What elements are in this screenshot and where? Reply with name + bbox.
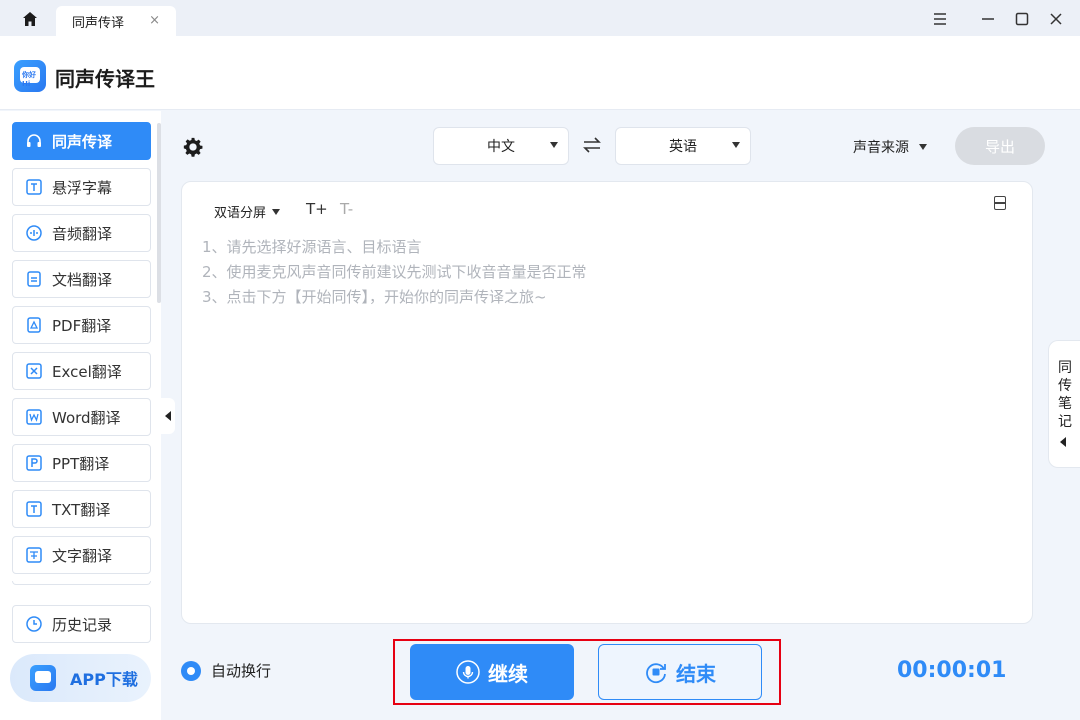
- close-icon[interactable]: [1045, 8, 1067, 30]
- notes-tab-label: 同传笔记: [1058, 360, 1072, 430]
- app-header: 你好 Hi 同声传译王: [0, 36, 1080, 110]
- hint-line: 1、请先选择好源语言、目标语言: [202, 238, 422, 256]
- auto-wrap-label: 自动换行: [211, 662, 272, 680]
- gear-icon[interactable]: [182, 136, 204, 158]
- sidebar-item-audio-translate[interactable]: 音频翻译: [12, 214, 151, 252]
- split-mode-dropdown[interactable]: 双语分屏: [214, 202, 281, 221]
- clock-icon: [25, 615, 43, 633]
- export-button[interactable]: 导出: [955, 127, 1045, 165]
- sidebar-item-label: Word翻译: [52, 408, 121, 427]
- sound-source-label: 声音来源: [853, 140, 909, 156]
- source-language-value: 中文: [487, 139, 515, 155]
- sidebar-item-pdf-translate[interactable]: PDF翻译: [12, 306, 151, 344]
- sidebar-item-txt-translate[interactable]: TXT翻译: [12, 490, 151, 528]
- sidebar-item-label: 文字翻译: [52, 546, 113, 565]
- end-label: 结束: [676, 661, 716, 686]
- sidebar-item-label: 历史记录: [52, 615, 113, 634]
- radio-selected-icon: [181, 660, 201, 681]
- excel-icon: [25, 362, 43, 380]
- sidebar-item-floating-subtitle[interactable]: 悬浮字幕: [12, 168, 151, 206]
- split-mode-label: 双语分屏: [214, 206, 267, 221]
- elapsed-timer: 00:00:01: [897, 658, 1007, 683]
- sidebar-item-history[interactable]: 历史记录: [12, 605, 151, 643]
- tab-simultaneous[interactable]: 同声传译 ×: [56, 6, 176, 36]
- font-increase-icon[interactable]: T+: [306, 200, 328, 218]
- sidebar-item-label: PDF翻译: [52, 316, 112, 335]
- app-logo-icon: [30, 665, 56, 691]
- sidebar-item-word-translate[interactable]: Word翻译: [12, 398, 151, 436]
- end-button[interactable]: 结束: [598, 644, 762, 700]
- source-language-select[interactable]: 中文: [433, 127, 569, 165]
- txt-icon: [25, 500, 43, 518]
- auto-wrap-radio[interactable]: 自动换行: [181, 660, 271, 681]
- translation-panel: 双语分屏 T+ T- 1、请先选择好源语言、目标语言 2、使用麦克风声音同传前建…: [181, 181, 1033, 624]
- sidebar-divider: [12, 581, 151, 585]
- microphone-icon: [456, 660, 480, 684]
- menu-icon[interactable]: [929, 8, 951, 30]
- tab-close-icon[interactable]: ×: [149, 13, 160, 28]
- caret-down-icon: [919, 144, 927, 150]
- chevron-left-icon: [1060, 437, 1066, 447]
- stop-icon: [644, 660, 668, 684]
- continue-label: 继续: [488, 661, 528, 686]
- sidebar-item-label: 悬浮字幕: [52, 178, 113, 197]
- sidebar-collapse-button[interactable]: [161, 398, 175, 434]
- app-download-label: APP下载: [70, 670, 138, 689]
- sidebar-item-simultaneous[interactable]: 同声传译: [12, 122, 151, 160]
- sidebar-item-label: PPT翻译: [52, 454, 110, 473]
- notes-side-tab[interactable]: 同传笔记: [1048, 340, 1080, 468]
- minimize-icon[interactable]: [977, 8, 999, 30]
- hint-line: 3、点击下方【开始同传】，开始你的同声传译之旅~: [202, 288, 547, 306]
- layout-toggle-icon[interactable]: [994, 196, 1006, 210]
- sidebar-item-document-translate[interactable]: 文档翻译: [12, 260, 151, 298]
- app-download-button[interactable]: APP下载: [10, 654, 151, 702]
- continue-button[interactable]: 继续: [410, 644, 574, 700]
- sidebar-item-label: TXT翻译: [52, 500, 111, 519]
- hint-line: 2、使用麦克风声音同传前建议先测试下收音音量是否正常: [202, 263, 587, 281]
- caret-down-icon: [272, 208, 281, 215]
- target-language-value: 英语: [669, 139, 697, 155]
- sidebar-item-label: Excel翻译: [52, 362, 122, 381]
- subtitle-icon: [25, 178, 43, 196]
- sidebar-scrollbar[interactable]: [157, 123, 161, 303]
- maximize-icon[interactable]: [1011, 8, 1033, 30]
- app-name: 同声传译王: [55, 67, 155, 91]
- sidebar-item-label: 同声传译: [52, 132, 113, 151]
- swap-languages-icon[interactable]: [582, 135, 604, 157]
- title-bar: 同声传译 ×: [0, 0, 1080, 36]
- sidebar-item-label: 文档翻译: [52, 270, 113, 289]
- sidebar-item-ppt-translate[interactable]: PPT翻译: [12, 444, 151, 482]
- document-icon: [25, 270, 43, 288]
- word-icon: [25, 408, 43, 426]
- font-decrease-icon[interactable]: T-: [340, 200, 353, 218]
- chevron-left-icon: [165, 411, 171, 421]
- home-icon[interactable]: [18, 9, 42, 29]
- tab-label: 同声传译: [72, 15, 125, 31]
- headset-icon: [25, 132, 43, 150]
- caret-down-icon: [550, 142, 558, 148]
- caret-down-icon: [732, 142, 740, 148]
- target-language-select[interactable]: 英语: [615, 127, 751, 165]
- sidebar: 同声传译 悬浮字幕 音频翻译 文档翻译 PDF翻译 Excel翻译 Word翻译…: [0, 111, 161, 720]
- app-logo: 你好 Hi: [14, 60, 46, 92]
- ppt-icon: [25, 454, 43, 472]
- sound-source-dropdown[interactable]: 声音来源: [853, 137, 927, 157]
- text-translate-icon: [25, 546, 43, 564]
- pdf-icon: [25, 316, 43, 334]
- sidebar-item-text-translate[interactable]: 文字翻译: [12, 536, 151, 574]
- sidebar-item-label: 音频翻译: [52, 224, 113, 243]
- audio-wave-icon: [25, 224, 43, 242]
- sidebar-item-excel-translate[interactable]: Excel翻译: [12, 352, 151, 390]
